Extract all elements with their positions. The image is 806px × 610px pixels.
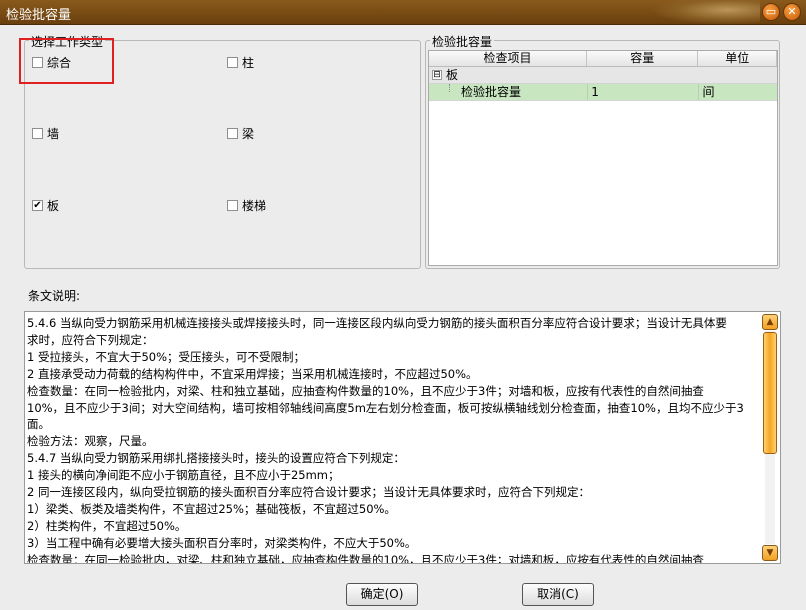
description-line: 2）柱类构件，不宜超过50%。 xyxy=(27,518,187,533)
checkbox-louti[interactable]: 楼梯 xyxy=(227,197,266,214)
checkbox-box[interactable] xyxy=(32,57,43,68)
vertical-scrollbar[interactable]: ▲ ▼ xyxy=(762,314,778,561)
column-header-unit[interactable]: 单位 xyxy=(698,51,777,66)
checkbox-label: 综合 xyxy=(47,56,72,70)
checkbox-ban[interactable]: ✔ 板 xyxy=(32,197,59,214)
scroll-up-icon[interactable]: ▲ xyxy=(762,314,778,330)
grid-header: 检查项目 容量 单位 xyxy=(429,51,777,67)
column-header-item[interactable]: 检查项目 xyxy=(429,51,588,66)
description-textarea[interactable]: 5.4.6 当纵向受力钢筋采用机械连接接头或焊接接头时，同一连接区段内纵向受力钢… xyxy=(24,311,781,564)
description-line: 求时，应符合下列规定： xyxy=(27,332,154,347)
checkbox-zhu[interactable]: 柱 xyxy=(227,54,254,71)
table-row[interactable]: 检验批容量 1 间 xyxy=(429,84,777,101)
checkbox-label: 柱 xyxy=(242,56,255,70)
group-row[interactable]: ⊟ 板 xyxy=(429,67,777,84)
checkbox-box[interactable] xyxy=(32,128,43,139)
tree-line xyxy=(449,84,450,92)
checkbox-box-checked[interactable]: ✔ xyxy=(32,200,43,211)
ok-button[interactable]: 确定(O) xyxy=(346,583,418,606)
maximize-icon[interactable]: ▭ xyxy=(762,3,780,21)
scroll-down-icon[interactable]: ▼ xyxy=(762,545,778,561)
description-line: 检查数量：在同一检验批内，对梁、柱和独立基础，应抽查构件数量的10%，且不应少于… xyxy=(27,552,704,564)
description-line: 1）梁类、板类及墙类构件，不宜超过25%；基础筏板，不宜超过50%。 xyxy=(27,501,396,516)
cell-unit[interactable]: 间 xyxy=(698,84,777,100)
scroll-thumb[interactable] xyxy=(763,332,777,454)
description-line: 5.4.7 当纵向受力钢筋采用绑扎搭接接头时，接头的设置应符合下列规定： xyxy=(27,451,405,466)
description-label: 条文说明: xyxy=(28,289,81,303)
collapse-icon[interactable]: ⊟ xyxy=(432,70,442,80)
checkbox-label: 板 xyxy=(47,199,60,213)
checkbox-label: 墙 xyxy=(47,127,60,141)
checkbox-liang[interactable]: 梁 xyxy=(227,125,254,142)
checkbox-box[interactable] xyxy=(227,200,238,211)
description-line: 2 直接承受动力荷载的结构构件中，不宜采用焊接；当采用机械连接时，不应超过50%… xyxy=(27,366,478,381)
checkbox-label: 梁 xyxy=(242,127,255,141)
description-line: 检查数量：在同一检验批内，对梁、柱和独立基础，应抽查构件数量的10%，且不应少于… xyxy=(27,383,704,398)
title-ornament xyxy=(650,0,760,25)
checkbox-label: 楼梯 xyxy=(242,199,267,213)
description-line: 1 接头的横向净间距不应小于钢筋直径，且不应小于25mm； xyxy=(27,468,340,483)
description-line: 2 同一连接区段内，纵向受拉钢筋的接头面积百分率应符合设计要求；当设计无具体要求… xyxy=(27,485,590,500)
description-line: 5.4.6 当纵向受力钢筋采用机械连接接头或焊接接头时，同一连接区段内纵向受力钢… xyxy=(27,316,727,330)
description-line: 检验方法：观察，尺量。 xyxy=(27,434,154,449)
checkbox-box[interactable] xyxy=(227,57,238,68)
description-line: 面。 xyxy=(27,417,50,432)
description-line: 1 受拉接头，不宜大于50%；受压接头，可不受限制； xyxy=(27,349,306,364)
window-title: 检验批容量 xyxy=(6,8,72,23)
title-bar: 检验批容量 ▭ ✕ xyxy=(0,0,806,25)
close-icon[interactable]: ✕ xyxy=(783,3,801,21)
cell-capacity[interactable]: 1 xyxy=(587,84,698,100)
cell-item[interactable]: 检验批容量 xyxy=(461,85,521,99)
description-text: 5.4.6 当纵向受力钢筋采用机械连接接头或焊接接头时，同一连接区段内纵向受力钢… xyxy=(27,315,764,564)
checkbox-qiang[interactable]: 墙 xyxy=(32,125,59,142)
capacity-grid[interactable]: 检查项目 容量 单位 ⊟ 板 检验批容量 1 间 xyxy=(428,50,778,266)
checkbox-zonghe[interactable]: 综合 xyxy=(32,54,71,71)
batch-capacity-legend: 检验批容量 xyxy=(430,33,495,50)
batch-capacity-group: 检验批容量 检查项目 容量 单位 ⊟ 板 检验批容量 1 间 xyxy=(425,33,780,269)
column-header-capacity[interactable]: 容量 xyxy=(587,51,699,66)
description-line: 10%，且不应少于3间；对大空间结构，墙可按相邻轴线间高度5m左右划分检查面，板… xyxy=(27,400,744,415)
description-line: 3）当工程中确有必要增大接头面积百分率时，对梁类构件，不应大于50%。 xyxy=(27,535,417,550)
cancel-button[interactable]: 取消(C) xyxy=(522,583,594,606)
checkbox-box[interactable] xyxy=(227,128,238,139)
group-label: 板 xyxy=(446,68,459,82)
